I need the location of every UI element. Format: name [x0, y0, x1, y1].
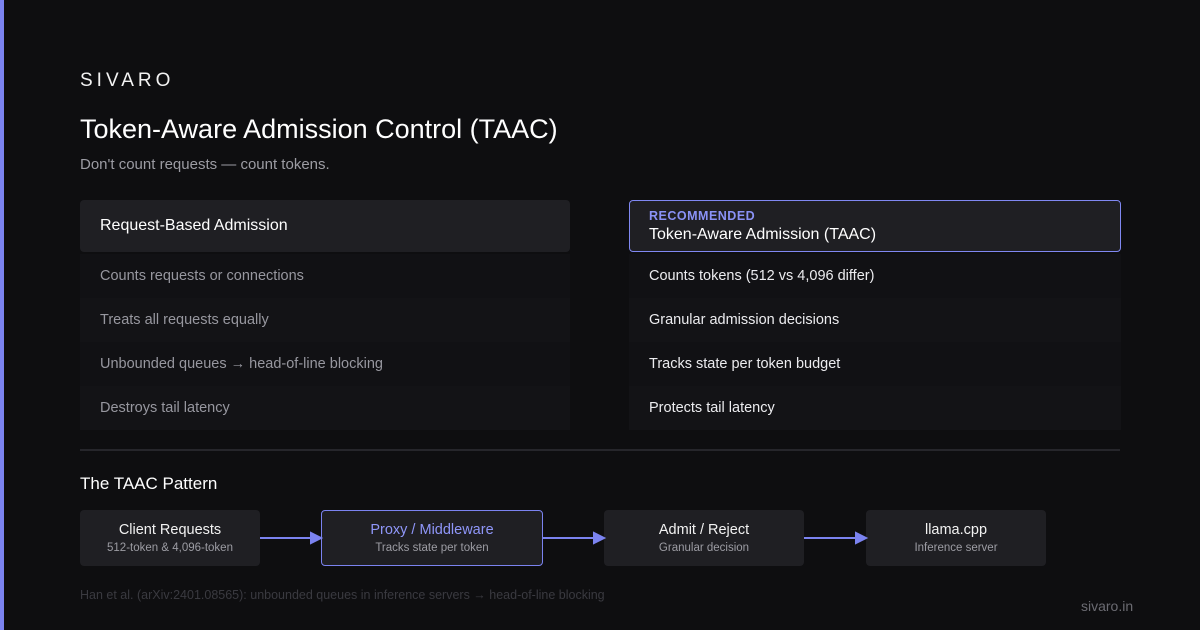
card-list: Counts requests or connections Treats al…	[80, 254, 570, 430]
node-label: Admit / Reject	[658, 522, 750, 538]
list-item: Treats all requests equally	[80, 298, 570, 342]
card-list: Counts tokens (512 vs 4,096 differ) Gran…	[629, 254, 1121, 430]
card-heading: Request-Based Admission	[100, 217, 288, 234]
brand-logo: SIVARO	[80, 70, 175, 91]
pattern-title: The TAAC Pattern	[80, 474, 218, 493]
node-label: Proxy / Middleware	[370, 522, 494, 538]
client-requests-node: Client Requests 512-token & 4,096-token	[80, 510, 260, 566]
node-sublabel: Inference server	[914, 542, 998, 554]
card-header: RECOMMENDED Token-Aware Admission (TAAC)	[629, 200, 1121, 252]
node-label: Client Requests	[118, 522, 222, 538]
list-item: Counts tokens (512 vs 4,096 differ)	[629, 254, 1121, 298]
list-item: Unbounded queues → head-of-line blocking	[80, 342, 570, 386]
admit-reject-node: Admit / Reject Granular decision	[604, 510, 804, 566]
list-item: Protects tail latency	[629, 386, 1121, 430]
page-subtitle: Don't count requests — count tokens.	[80, 156, 330, 173]
node-sublabel: Granular decision	[658, 542, 750, 554]
card-header: Request-Based Admission	[80, 200, 570, 252]
citation: Han et al. (arXiv:2401.08565): unbounded…	[80, 588, 605, 602]
request-based-card: Request-Based Admission Counts requests …	[80, 200, 570, 430]
node-sublabel: Tracks state per token	[375, 542, 489, 554]
list-item: Counts requests or connections	[80, 254, 570, 298]
list-item: Destroys tail latency	[80, 386, 570, 430]
node-sublabel: 512-token & 4,096-token	[107, 542, 233, 554]
llama-cpp-node: llama.cpp Inference server	[866, 510, 1046, 566]
node-label: llama.cpp	[924, 522, 988, 538]
accent-bar	[0, 0, 4, 630]
list-item: Tracks state per token budget	[629, 342, 1121, 386]
section-divider	[80, 449, 1120, 451]
list-item: Granular admission decisions	[629, 298, 1121, 342]
arrow-head-icon	[855, 531, 869, 545]
recommended-badge: RECOMMENDED	[649, 208, 756, 223]
card-heading: Token-Aware Admission (TAAC)	[649, 225, 877, 243]
token-aware-card: RECOMMENDED Token-Aware Admission (TAAC)…	[629, 200, 1121, 430]
proxy-middleware-node: Proxy / Middleware Tracks state per toke…	[321, 510, 543, 566]
page-title: Token-Aware Admission Control (TAAC)	[80, 114, 558, 144]
arrow-head-icon	[593, 531, 607, 545]
arrow-head-icon	[310, 531, 324, 545]
site-url: sivaro.in	[1081, 598, 1134, 614]
